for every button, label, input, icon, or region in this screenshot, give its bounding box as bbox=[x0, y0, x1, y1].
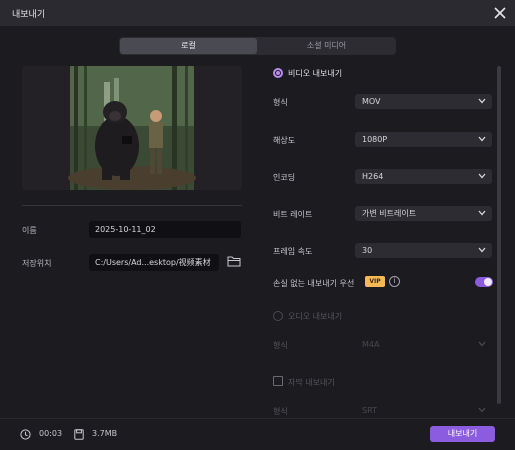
scrollbar-thumb[interactable] bbox=[497, 66, 501, 404]
folder-icon[interactable] bbox=[227, 255, 241, 267]
tab-social-media[interactable]: 소셜 미디어 bbox=[258, 38, 395, 54]
video-export-label: 비디오 내보내기 bbox=[288, 69, 343, 78]
footer: 00:03 3.7MB 내보내기 bbox=[0, 418, 515, 450]
export-button[interactable]: 내보내기 bbox=[430, 426, 495, 442]
name-input[interactable]: 2025-10-11_02 bbox=[89, 221, 241, 238]
framerate-select[interactable]: 30 bbox=[355, 243, 492, 258]
chevron-down-icon bbox=[478, 210, 486, 216]
video-preview bbox=[22, 66, 242, 190]
close-icon[interactable] bbox=[491, 4, 509, 22]
chevron-down-icon bbox=[478, 341, 486, 347]
lossless-label: 손실 없는 내보내기 우선 bbox=[273, 279, 355, 288]
format-value: MOV bbox=[362, 97, 381, 106]
clock-icon bbox=[20, 429, 31, 440]
file-size-icon bbox=[74, 429, 84, 440]
encoding-value: H264 bbox=[362, 172, 384, 181]
chevron-down-icon bbox=[478, 173, 486, 179]
chevron-down-icon bbox=[478, 98, 486, 104]
subtitle-format-select[interactable]: SRT bbox=[355, 403, 492, 418]
audio-format-select[interactable]: M4A bbox=[355, 337, 492, 352]
subtitle-export-label: 자막 내보내기 bbox=[288, 378, 335, 387]
duration-text: 00:03 bbox=[39, 429, 63, 438]
subtitle-format-value: SRT bbox=[362, 406, 377, 415]
subtitle-export-checkbox[interactable] bbox=[273, 376, 283, 386]
format-label: 형식 bbox=[273, 98, 288, 107]
resolution-select[interactable]: 1080P bbox=[355, 132, 492, 147]
format-select[interactable]: MOV bbox=[355, 94, 492, 109]
bitrate-select[interactable]: 가변 비트레이트 bbox=[355, 206, 492, 221]
location-label: 저장위치 bbox=[22, 259, 52, 268]
chevron-down-icon bbox=[478, 136, 486, 142]
divider bbox=[22, 205, 242, 206]
preview-thumbnail bbox=[22, 66, 242, 190]
audio-export-radio[interactable] bbox=[273, 311, 283, 321]
vip-badge: VIP bbox=[365, 276, 385, 287]
encoding-select[interactable]: H264 bbox=[355, 169, 492, 184]
subtitle-format-label: 형식 bbox=[273, 407, 288, 416]
audio-format-value: M4A bbox=[362, 340, 380, 349]
info-icon[interactable]: i bbox=[389, 276, 400, 287]
file-size-text: 3.7MB bbox=[92, 429, 118, 438]
framerate-label: 프레임 속도 bbox=[273, 247, 313, 256]
bitrate-label: 비트 레이트 bbox=[273, 210, 313, 219]
resolution-label: 해상도 bbox=[273, 136, 296, 145]
framerate-value: 30 bbox=[362, 246, 373, 255]
title-bar: 내보내기 bbox=[0, 0, 515, 26]
audio-export-label: 오디오 내보내기 bbox=[288, 312, 343, 321]
location-input[interactable]: C:/Users/Ad...esktop/视频素材 bbox=[89, 254, 219, 271]
audio-format-label: 형식 bbox=[273, 341, 288, 350]
name-label: 이름 bbox=[22, 226, 37, 235]
encoding-label: 인코딩 bbox=[273, 173, 296, 182]
video-export-radio[interactable] bbox=[273, 68, 283, 78]
tab-local[interactable]: 로컬 bbox=[120, 38, 257, 54]
resolution-value: 1080P bbox=[362, 135, 388, 144]
scrollbar[interactable] bbox=[497, 66, 501, 410]
window-title: 내보내기 bbox=[12, 10, 46, 20]
export-tabs: 로컬 소셜 미디어 bbox=[119, 37, 396, 55]
bitrate-value: 가변 비트레이트 bbox=[362, 209, 417, 218]
chevron-down-icon bbox=[478, 407, 486, 413]
lossless-toggle[interactable] bbox=[475, 277, 493, 287]
chevron-down-icon bbox=[478, 247, 486, 253]
